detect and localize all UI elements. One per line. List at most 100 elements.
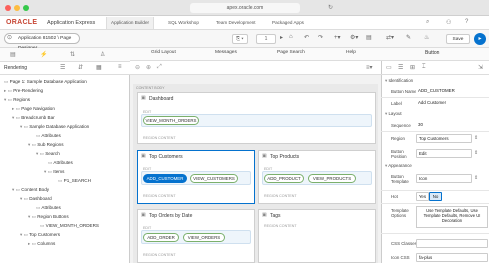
reload-icon[interactable]: ↻ bbox=[328, 4, 333, 11]
template-options-button[interactable]: Use Template Defaults, Use Template Defa… bbox=[416, 206, 488, 228]
nav-team-development[interactable]: Team Development bbox=[212, 17, 260, 29]
run-page-button[interactable]: ▸ bbox=[474, 33, 486, 45]
hot-yes-toggle[interactable]: Yes bbox=[416, 192, 429, 201]
nav-sql-workshop[interactable]: SQL Workshop bbox=[164, 17, 203, 29]
dynamic-actions-tab-icon[interactable]: ⚡ bbox=[40, 51, 47, 58]
redo-icon[interactable]: ↷ bbox=[318, 34, 323, 41]
tree-view-icon[interactable]: ☰ bbox=[60, 64, 65, 71]
back-icon[interactable]: ⊙ bbox=[7, 34, 12, 41]
region-icon: ▣ bbox=[262, 153, 267, 159]
undo-icon[interactable]: ↶ bbox=[304, 34, 309, 41]
tab-messages[interactable]: Messages bbox=[215, 50, 237, 55]
tree-node[interactable]: ▭ Page 1: Sample Database Application bbox=[4, 79, 87, 85]
tree-node[interactable]: ▾ ▭ Region Buttons bbox=[28, 214, 69, 220]
view-month-orders-button[interactable]: VIEW_MONTH_ORDERS bbox=[143, 116, 199, 125]
label-field[interactable]: Add Customer bbox=[416, 99, 488, 108]
section-appearance[interactable]: ▾ Appearance bbox=[385, 163, 412, 169]
button-name-field[interactable]: ADD_CUSTOMER bbox=[416, 87, 488, 96]
view-products-button[interactable]: VIEW_PRODUCTS bbox=[308, 173, 356, 183]
grid-menu-icon[interactable]: ≡▾ bbox=[366, 64, 373, 71]
button-template-select[interactable]: Icon bbox=[416, 174, 472, 183]
section-layout[interactable]: ▾ Layout bbox=[385, 111, 402, 117]
add-customer-button[interactable]: ADD_CUSTOMER bbox=[143, 173, 187, 183]
help-icon[interactable]: ? bbox=[465, 19, 468, 25]
tab-help[interactable]: Help bbox=[346, 50, 356, 55]
lock-icon[interactable]: ⌂ bbox=[289, 34, 293, 40]
utilities-icon[interactable]: ⚙▾ bbox=[350, 34, 358, 41]
left-pane-tabs bbox=[0, 48, 130, 62]
css-classes-field[interactable] bbox=[416, 239, 488, 248]
button-position-select[interactable]: Edit bbox=[416, 149, 472, 158]
minimize-window-button[interactable] bbox=[14, 5, 20, 11]
tree-node[interactable]: ▭ Attributes bbox=[36, 205, 61, 211]
select-arrow-icon[interactable]: ⇕ bbox=[474, 135, 478, 141]
tree-node[interactable]: ▾ ▭ Top Customers bbox=[20, 232, 60, 238]
add-product-button[interactable]: ADD_PRODUCT bbox=[264, 173, 304, 183]
sequence-field[interactable]: 30 bbox=[416, 121, 488, 130]
close-window-button[interactable] bbox=[5, 5, 11, 11]
tab-grid-layout[interactable]: Grid Layout bbox=[151, 50, 176, 55]
hot-no-toggle[interactable]: No bbox=[429, 192, 442, 201]
go-to-group-icon[interactable]: ⇲ bbox=[478, 64, 483, 71]
application-breadcrumb[interactable]: Application 81502 \ Page Designer bbox=[4, 33, 80, 51]
team-dev-icon[interactable]: ♨ bbox=[424, 34, 429, 41]
zoom-in-icon[interactable]: ⊕ bbox=[146, 64, 151, 71]
show-common-icon[interactable]: ▭ bbox=[386, 64, 392, 71]
region-select[interactable]: Top Customers bbox=[416, 134, 472, 143]
pane-menu-icon[interactable]: ≡ bbox=[118, 64, 122, 70]
tree-node[interactable]: ▾ ▭ Regions bbox=[4, 97, 30, 103]
add-order-button[interactable]: ADD_ORDER bbox=[143, 232, 179, 242]
grouping-icon[interactable]: ⇵ bbox=[78, 64, 83, 71]
button-template-label: Button Template bbox=[391, 174, 409, 184]
tree-node[interactable]: ▾ ▭ Breadcrumb Bar bbox=[12, 115, 55, 121]
tree-node[interactable]: ▾ ▭ Dashboard bbox=[20, 196, 52, 202]
view-orders-button[interactable]: VIEW_ORDERS bbox=[183, 232, 225, 242]
tree-node[interactable]: ▸ ▭ Columns bbox=[28, 241, 55, 247]
comment-icon[interactable]: ✎ bbox=[406, 34, 411, 41]
shared-components-icon[interactable]: ⇄▾ bbox=[386, 34, 394, 41]
tree-node[interactable]: ▸ ▭ Page Navigation bbox=[12, 106, 55, 112]
zoom-out-icon[interactable]: ⊖ bbox=[135, 64, 140, 71]
save-button[interactable]: Save bbox=[446, 34, 470, 44]
user-icon[interactable]: ⚇ bbox=[446, 19, 451, 26]
filter-icon[interactable]: ▦ bbox=[96, 64, 102, 71]
grid-icon[interactable]: ▤ bbox=[366, 34, 372, 41]
rendering-tab-icon[interactable]: ▤ bbox=[10, 51, 16, 58]
css-classes-label: CSS Classes bbox=[391, 241, 417, 246]
maximize-window-button[interactable] bbox=[23, 5, 29, 11]
view-customers-button[interactable]: VIEW_CUSTOMERS bbox=[190, 173, 238, 183]
tree-node[interactable]: ▭ P1_SEARCH bbox=[58, 178, 91, 184]
tree-node[interactable]: ▭ VIEW_MONTH_ORDERS bbox=[40, 223, 99, 229]
create-icon[interactable]: +▾ bbox=[334, 34, 341, 41]
tree-node[interactable]: ▾ ▭ Items bbox=[44, 169, 64, 175]
page-number-field[interactable]: 1 bbox=[256, 34, 276, 44]
address-bar[interactable]: apex.oracle.com bbox=[190, 3, 300, 13]
processing-tab-icon[interactable]: ⇅ bbox=[70, 51, 75, 58]
tree-node[interactable]: ▭ Attributes bbox=[36, 133, 61, 139]
tree-node[interactable]: ▾ ▭ Content Body bbox=[12, 187, 49, 193]
expand-icon[interactable]: ⤢ bbox=[157, 64, 162, 71]
region-icon: ▣ bbox=[141, 212, 146, 218]
tree-node[interactable]: ▾ ▭ Sub Regions bbox=[28, 142, 64, 148]
select-arrow-icon[interactable]: ⇕ bbox=[474, 150, 478, 156]
shared-components-tab-icon[interactable]: ♙ bbox=[100, 51, 105, 58]
section-identification[interactable]: ▾ Identification bbox=[385, 78, 413, 84]
nav-packaged-apps[interactable]: Packaged Apps bbox=[268, 17, 308, 29]
divider bbox=[381, 190, 489, 191]
filter-properties-icon[interactable]: ⌶ bbox=[422, 64, 426, 71]
nav-application-builder[interactable]: Application Builder bbox=[106, 17, 155, 29]
select-arrow-icon[interactable]: ⇕ bbox=[474, 175, 478, 181]
tab-page-search[interactable]: Page Search bbox=[277, 50, 305, 55]
collapse-all-icon[interactable]: ⊞ bbox=[410, 64, 415, 71]
search-icon[interactable]: ⌕ bbox=[426, 19, 429, 26]
next-page-icon[interactable]: ▸ bbox=[280, 34, 283, 41]
tree-node[interactable]: ▾ ▭ Search bbox=[36, 151, 60, 157]
oracle-logo[interactable]: ORACLE bbox=[6, 19, 37, 26]
tree-node[interactable]: ▸ ▭ Pre-Rendering bbox=[4, 88, 43, 94]
icon-css-field[interactable]: fa-plus bbox=[416, 253, 488, 262]
tree-node[interactable]: ▾ ▭ Sample Database Application bbox=[20, 124, 89, 130]
tree-node[interactable]: ▭ Attributes bbox=[48, 160, 73, 166]
divider bbox=[381, 203, 489, 204]
show-all-icon[interactable]: ☰ bbox=[398, 64, 403, 71]
page-finder-icon[interactable]: ⎘ ▾ bbox=[232, 34, 248, 44]
